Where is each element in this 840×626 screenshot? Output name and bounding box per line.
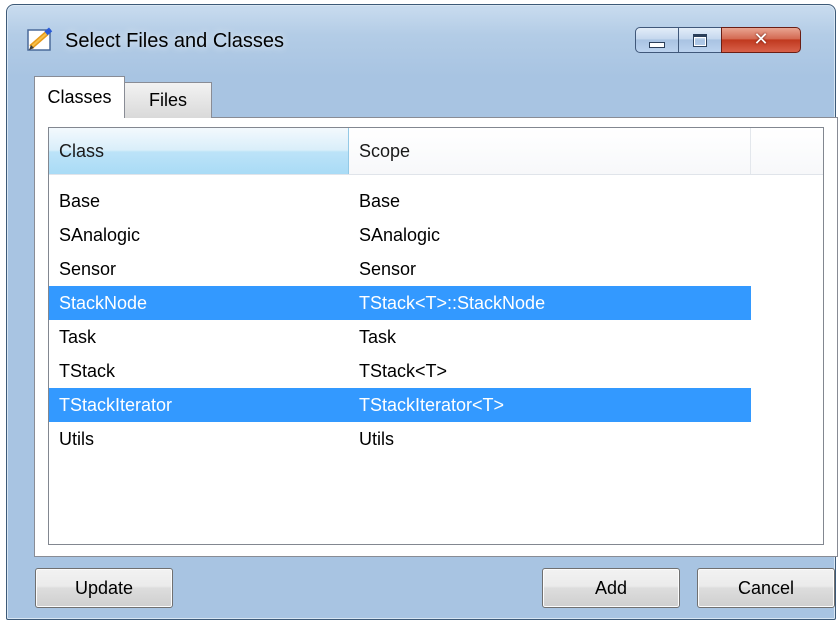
- pencil-edit-icon: [27, 27, 53, 51]
- scope-cell: Utils: [359, 429, 394, 449]
- close-icon: ✕: [753, 29, 769, 50]
- scope-cell: Task: [359, 327, 397, 347]
- list-rows: Base Base SAnalogic SAnalogic Sensor Sensor…: [49, 184, 751, 456]
- class-cell: SAnalogic: [59, 225, 141, 245]
- scope-cell: TStackIterator<T>: [359, 395, 505, 415]
- column-header-scope[interactable]: Scope: [349, 128, 751, 174]
- dialog-client-area: Classes Files Class Scope Base Base SAnal…: [34, 76, 838, 616]
- window-title: Select Files and Classes: [65, 30, 284, 52]
- list-item[interactable]: Sensor Sensor: [49, 252, 751, 286]
- list-item[interactable]: TStackIterator TStackIterator<T>: [49, 388, 751, 422]
- list-item[interactable]: Base Base: [49, 184, 751, 218]
- list-item[interactable]: Task Task: [49, 320, 751, 354]
- list-item[interactable]: SAnalogic SAnalogic: [49, 218, 751, 252]
- list-item[interactable]: Utils Utils: [49, 422, 751, 456]
- scope-cell: Sensor: [359, 259, 417, 279]
- column-header-filler: [751, 128, 823, 174]
- class-cell: StackNode: [59, 293, 148, 313]
- list-header: Class Scope: [49, 128, 823, 175]
- list-item[interactable]: StackNode TStack<T>::StackNode: [49, 286, 751, 320]
- class-cell: TStack: [59, 361, 116, 381]
- cancel-button[interactable]: Cancel: [697, 568, 835, 608]
- update-button[interactable]: Update: [35, 568, 173, 608]
- class-cell: Task: [59, 327, 97, 347]
- classes-list-view[interactable]: Class Scope Base Base SAnalogic SAnalogic …: [48, 127, 824, 545]
- classes-tab-panel: Class Scope Base Base SAnalogic SAnalogic …: [34, 117, 838, 557]
- scope-cell: SAnalogic: [359, 225, 441, 245]
- class-cell: TStackIterator: [59, 395, 173, 415]
- class-cell: Utils: [59, 429, 94, 449]
- list-item[interactable]: TStack TStack<T>: [49, 354, 751, 388]
- maximize-icon: [693, 33, 707, 47]
- tab-classes[interactable]: Classes: [34, 76, 125, 118]
- minimize-icon: [649, 42, 665, 48]
- tab-files[interactable]: Files: [124, 82, 212, 118]
- scope-cell: TStack<T>: [359, 361, 448, 381]
- minimize-button[interactable]: [635, 27, 679, 53]
- column-header-class[interactable]: Class: [49, 128, 349, 174]
- class-cell: Sensor: [59, 259, 117, 279]
- tab-files-label: Files: [148, 90, 187, 110]
- class-cell: Base: [59, 191, 101, 211]
- scope-cell: Base: [359, 191, 401, 211]
- tab-classes-label: Classes: [47, 87, 112, 107]
- scope-cell: TStack<T>::StackNode: [359, 293, 546, 313]
- close-button[interactable]: ✕: [721, 27, 801, 53]
- title-bar[interactable]: Select Files and Classes ✕: [7, 5, 835, 75]
- add-button[interactable]: Add: [542, 568, 680, 608]
- dialog-window: Select Files and Classes ✕ Classes Files…: [6, 4, 838, 620]
- maximize-button[interactable]: [678, 27, 722, 53]
